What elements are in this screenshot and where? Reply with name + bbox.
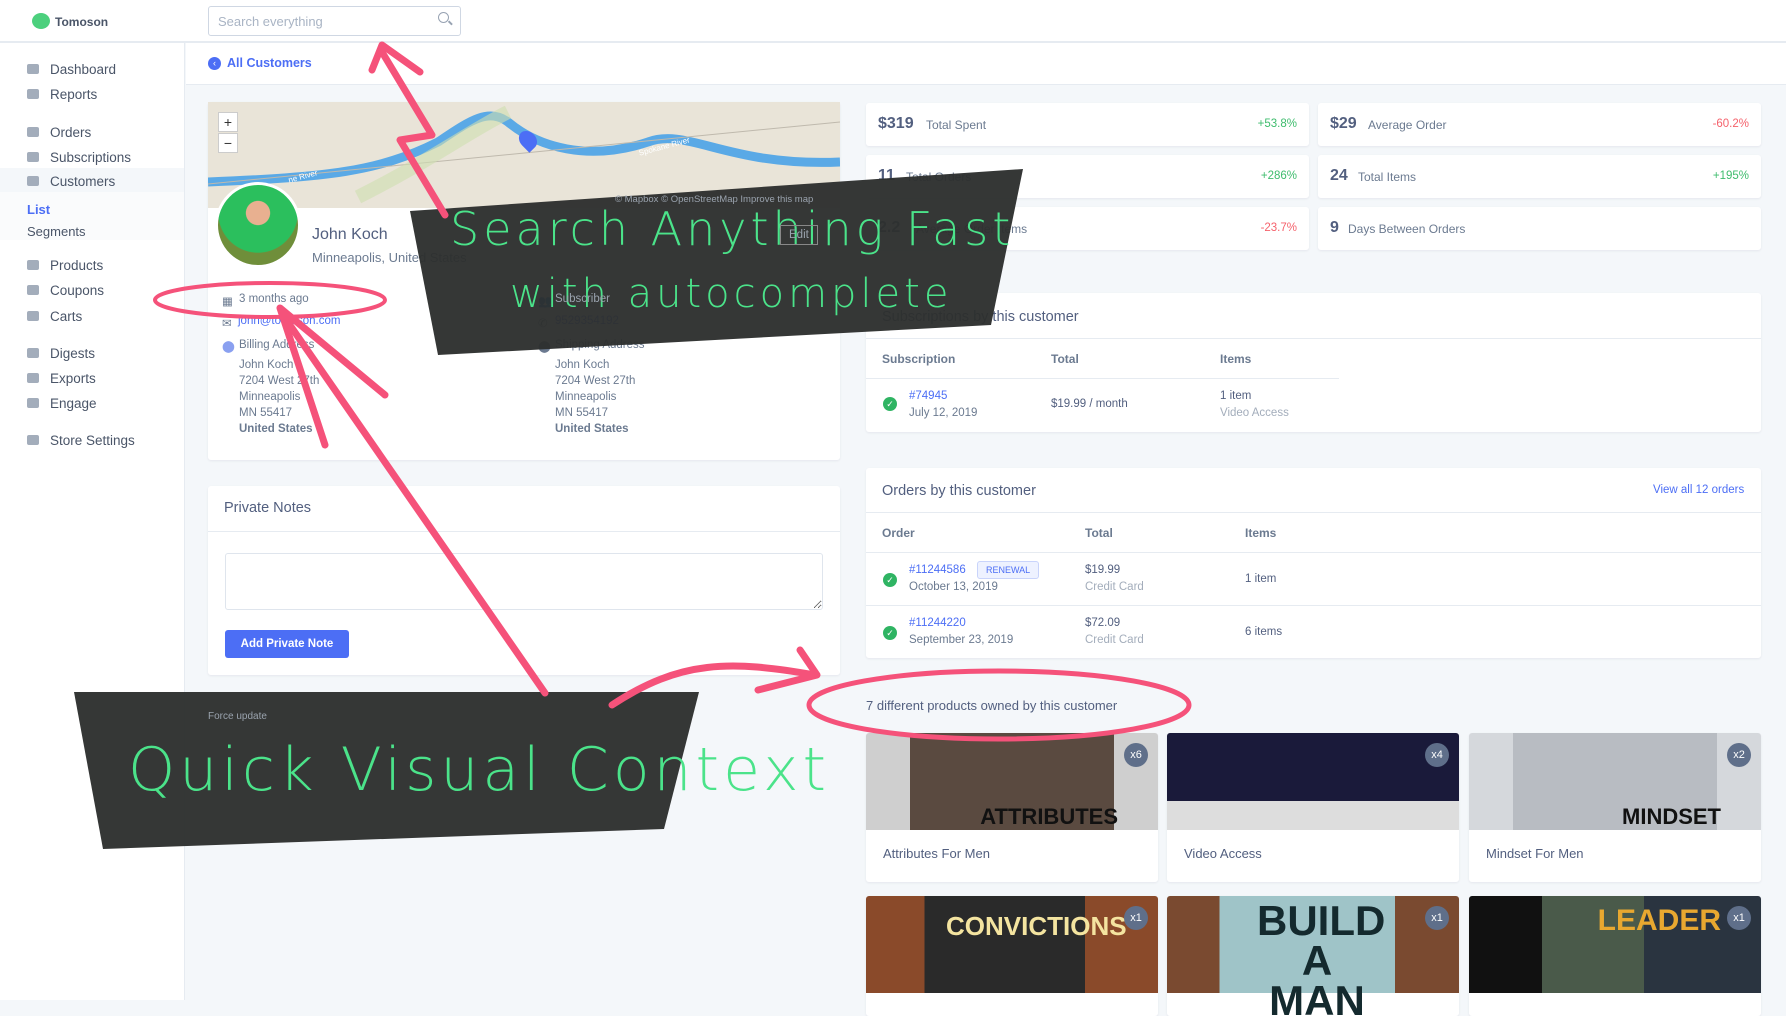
force-update-link[interactable]: Force update bbox=[208, 711, 267, 722]
annotation-text: Search Anything Fast bbox=[450, 202, 1014, 256]
annotation-circle-since bbox=[153, 281, 387, 319]
edit-button[interactable]: Edit bbox=[780, 225, 818, 245]
annotation-text: Quick Visual Context bbox=[128, 735, 830, 805]
annotations-svg: Search Anything Fast with autocomplete Q… bbox=[74, 41, 1192, 849]
annotation-circle-products bbox=[806, 668, 1192, 742]
arrowhead bbox=[368, 41, 424, 76]
map-attribution[interactable]: © Mapbox © OpenStreetMap Improve this ma… bbox=[615, 194, 813, 205]
arrow-to-search bbox=[378, 48, 449, 219]
annotation-arrows bbox=[276, 41, 821, 709]
customer-status: Subscriber bbox=[555, 293, 610, 305]
arrow-to-since bbox=[281, 314, 549, 697]
